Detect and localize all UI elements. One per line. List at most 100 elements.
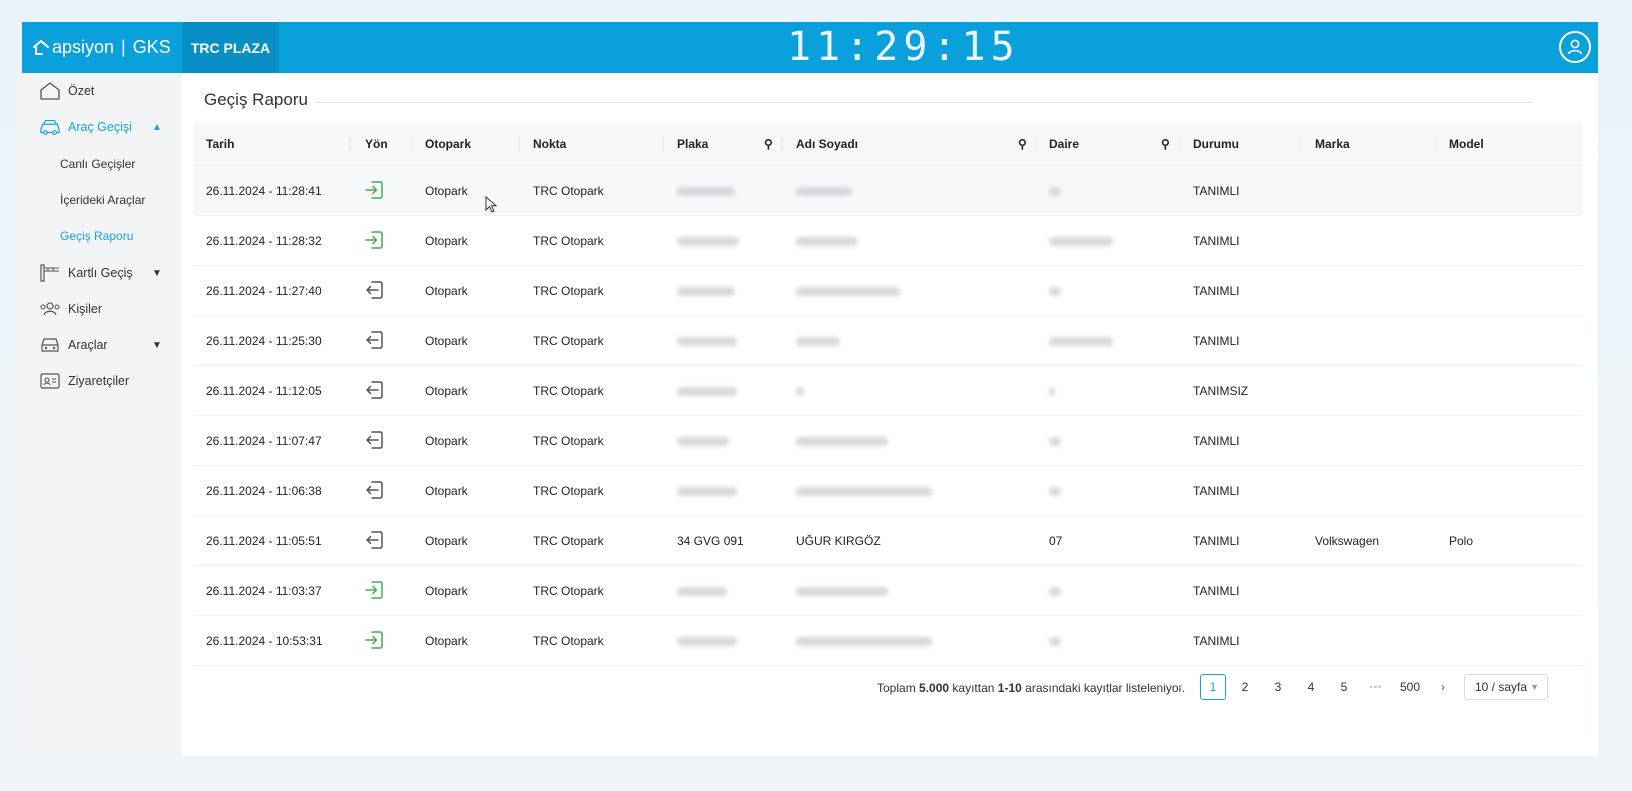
column-header-otopark[interactable]: Otopark [425,122,471,166]
column-header-tarih[interactable]: Tarih [206,122,234,166]
table-row[interactable]: 26.11.2024 - 11:28:41 Otopark TRC Otopark T… [194,166,1582,216]
daire-search-icon[interactable]: ⚲ [1161,122,1170,166]
cell-plaka-redacted [677,616,737,666]
cell-durumu: TANIMSIZ [1193,384,1249,398]
cell-tarih: 26.11.2024 - 11:12:05 [206,384,322,398]
table-row[interactable]: 26.11.2024 - 10:53:31 Otopark TRC Otopark T… [194,616,1582,666]
column-divider [411,137,412,151]
title-divider [316,102,1532,103]
adi-soyadi-search-icon[interactable]: ⚲ [1018,122,1027,166]
sidebar-item-ziyaretciler[interactable]: Ziyaretçiler [22,363,182,399]
page-button-3[interactable]: 3 [1265,674,1291,700]
cell-durumu: TANIMLI [1193,284,1240,298]
cell-otopark: Otopark [425,234,468,248]
redacted-text [1049,636,1061,646]
cell-adi-soyadi-redacted [796,366,804,416]
next-page-button[interactable]: › [1430,674,1456,700]
sidebar-subitem-icerideki-araclar[interactable]: İçerideki Araçlar [22,183,182,217]
cell-otopark: Otopark [425,334,468,348]
table-row[interactable]: 26.11.2024 - 11:28:32 Otopark TRC Otopark T… [194,216,1582,266]
logo[interactable]: apsiyon | GKS [32,22,171,73]
redacted-text [677,286,735,296]
cell-plaka-redacted [677,466,737,516]
plaka-search-icon[interactable]: ⚲ [764,122,773,166]
column-header-daire[interactable]: Daire [1049,122,1079,166]
sidebar-item-label: Kişiler [68,302,103,316]
sidebar-subitem-gecis-raporu[interactable]: Geçiş Raporu [22,219,182,253]
sidebar-item-ozet[interactable]: Özet [22,73,182,109]
main-content: Geçiş Raporu Tarih Yön Otopark Nokta Pla… [182,73,1598,756]
sidebar-item-arac-gecisi[interactable]: Araç Geçişi ▲ [22,109,182,145]
user-profile-button[interactable] [1559,31,1591,63]
table-row[interactable]: 26.11.2024 - 11:27:40 Otopark TRC Otopark T… [194,266,1582,316]
cell-otopark: Otopark [425,584,468,598]
cell-nokta: TRC Otopark [533,334,604,348]
chevron-down-icon: ▼ [152,267,162,279]
cell-plaka-redacted [677,366,737,416]
table-row[interactable]: 26.11.2024 - 11:25:30 Otopark TRC Otopark T… [194,316,1582,366]
cell-nokta: TRC Otopark [533,284,604,298]
table-row[interactable]: 26.11.2024 - 11:05:51 Otopark TRC Otopark 3… [194,516,1582,566]
column-header-plaka[interactable]: Plaka [677,122,708,166]
column-divider [782,137,783,151]
cell-plaka-redacted [677,166,735,216]
cell-otopark: Otopark [425,434,468,448]
redacted-text [677,236,739,246]
summary-prefix: Toplam [877,681,916,695]
apsiyon-logo-icon [33,39,49,55]
exit-direction-icon [363,379,385,401]
cell-tarih: 26.11.2024 - 11:07:47 [206,434,322,448]
entry-direction-icon [363,229,385,251]
sidebar-subitem-canli-gecisler[interactable]: Canlı Geçişler [22,147,182,181]
cell-tarih: 26.11.2024 - 11:05:51 [206,534,322,548]
redacted-text [1049,236,1113,246]
redacted-text [1049,386,1055,396]
cell-adi-soyadi-redacted [796,566,888,616]
table-row[interactable]: 26.11.2024 - 11:07:47 Otopark TRC Otopark T… [194,416,1582,466]
cell-daire-redacted [1049,616,1061,666]
page-title: Geçiş Raporu [204,90,308,109]
sidebar-item-kartli-gecis[interactable]: Kartlı Geçiş ▼ [22,255,182,291]
column-header-adi-soyadi[interactable]: Adı Soyadı [796,122,858,166]
user-icon [1567,39,1583,55]
page-button-1[interactable]: 1 [1200,674,1226,700]
site-selector[interactable]: TRC PLAZA [182,22,279,73]
cell-nokta: TRC Otopark [533,184,604,198]
redacted-text [796,286,900,296]
page-button-5[interactable]: 5 [1331,674,1357,700]
column-header-model[interactable]: Model [1449,122,1484,166]
page-size-select[interactable]: 10 / sayfa ▼ [1464,674,1548,700]
page-button-last[interactable]: 500 [1394,674,1426,700]
cell-tarih: 26.11.2024 - 11:28:32 [206,234,322,248]
table-row[interactable]: 26.11.2024 - 11:12:05 Otopark TRC Otopark T… [194,366,1582,416]
sidebar-item-kisiler[interactable]: Kişiler [22,291,182,327]
cell-durumu: TANIMLI [1193,184,1240,198]
table-row[interactable]: 26.11.2024 - 11:03:37 Otopark TRC Otopark T… [194,566,1582,616]
column-divider [350,137,351,151]
cell-adi-soyadi-redacted [796,316,840,366]
cell-nokta: TRC Otopark [533,584,604,598]
cell-daire-redacted [1049,466,1061,516]
cell-tarih: 26.11.2024 - 10:53:31 [206,634,323,648]
cell-nokta: TRC Otopark [533,384,604,398]
car-front-icon [39,335,61,355]
pagination: Toplam 5.000 kayıttan 1-10 arasındaki ka… [182,674,1598,702]
people-icon [39,299,61,319]
column-header-yon[interactable]: Yön [365,122,388,166]
page-button-2[interactable]: 2 [1232,674,1258,700]
prev-page-button[interactable]: ‹ [1168,674,1194,700]
redacted-text [677,186,735,196]
sidebar-subitem-label: Canlı Geçişler [60,157,136,171]
cell-plaka-redacted [677,416,729,466]
cell-adi-soyadi-redacted [796,466,932,516]
cell-durumu: TANIMLI [1193,634,1240,648]
column-header-durumu[interactable]: Durumu [1193,122,1239,166]
redacted-text [677,586,727,596]
sidebar-item-araclar[interactable]: Araçlar ▼ [22,327,182,363]
column-header-marka[interactable]: Marka [1315,122,1350,166]
page-ellipsis[interactable]: ••• [1363,674,1389,700]
page-button-4[interactable]: 4 [1298,674,1324,700]
column-header-nokta[interactable]: Nokta [533,122,566,166]
table-row[interactable]: 26.11.2024 - 11:06:38 Otopark TRC Otopark T… [194,466,1582,516]
redacted-text [677,636,737,646]
